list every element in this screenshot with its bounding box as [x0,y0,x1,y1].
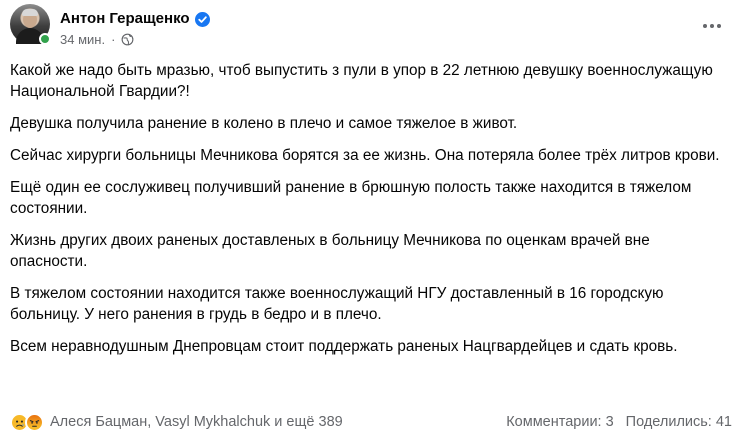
post-timestamp[interactable]: 34 мин. [60,32,105,47]
globe-icon[interactable] [121,33,134,46]
post-paragraph: Всем неравнодушным Днепровцам стоит подд… [10,338,678,355]
post-paragraph: Девушка получила ранение в колено в плеч… [10,115,518,132]
comments-count[interactable]: Комментарии: 3 [506,414,613,430]
post-meta: 34 мин. · [60,31,134,47]
more-dot [703,24,707,28]
avatar-hair [22,9,38,16]
post-footer: Алеся Бацман, Vasyl Mykhalchuk и ещё 389… [10,410,732,434]
reaction-names[interactable]: Алеся Бацман, Vasyl Mykhalchuk и ещё 389 [50,414,343,430]
post-paragraph: Сейчас хирурги больницы Мечникова борятс… [10,147,720,164]
more-dot [717,24,721,28]
more-options-icon[interactable] [698,16,726,36]
reactions-bar[interactable]: Алеся Бацман, Vasyl Mykhalchuk и ещё 389 [10,412,343,432]
author-row: Антон Геращенко [60,8,210,28]
angry-reaction-icon [25,412,44,432]
post-paragraph: В тяжелом состоянии находится также воен… [10,285,664,323]
post-paragraph: Жизнь других двоих раненых доставленых в… [10,232,650,270]
online-status-icon [39,33,51,45]
shares-count[interactable]: Поделились: 41 [626,414,732,430]
engagement-counts: Комментарии: 3 Поделились: 41 [506,414,732,430]
more-dot [710,24,714,28]
author-avatar[interactable] [10,4,51,45]
post-paragraph: Ещё один ее сослуживец получивший ранени… [10,179,692,217]
facebook-post: Антон Геращенко 34 мин. · Какой же надо … [0,0,740,440]
post-body: Какой же надо быть мразью, чтоб выпустит… [10,60,726,368]
verified-badge-icon [194,11,210,27]
post-paragraph: Какой же надо быть мразью, чтоб выпустит… [10,62,713,100]
post-header: Антон Геращенко 34 мин. · [10,4,730,54]
meta-separator: · [111,31,116,47]
author-name[interactable]: Антон Геращенко [60,10,190,27]
